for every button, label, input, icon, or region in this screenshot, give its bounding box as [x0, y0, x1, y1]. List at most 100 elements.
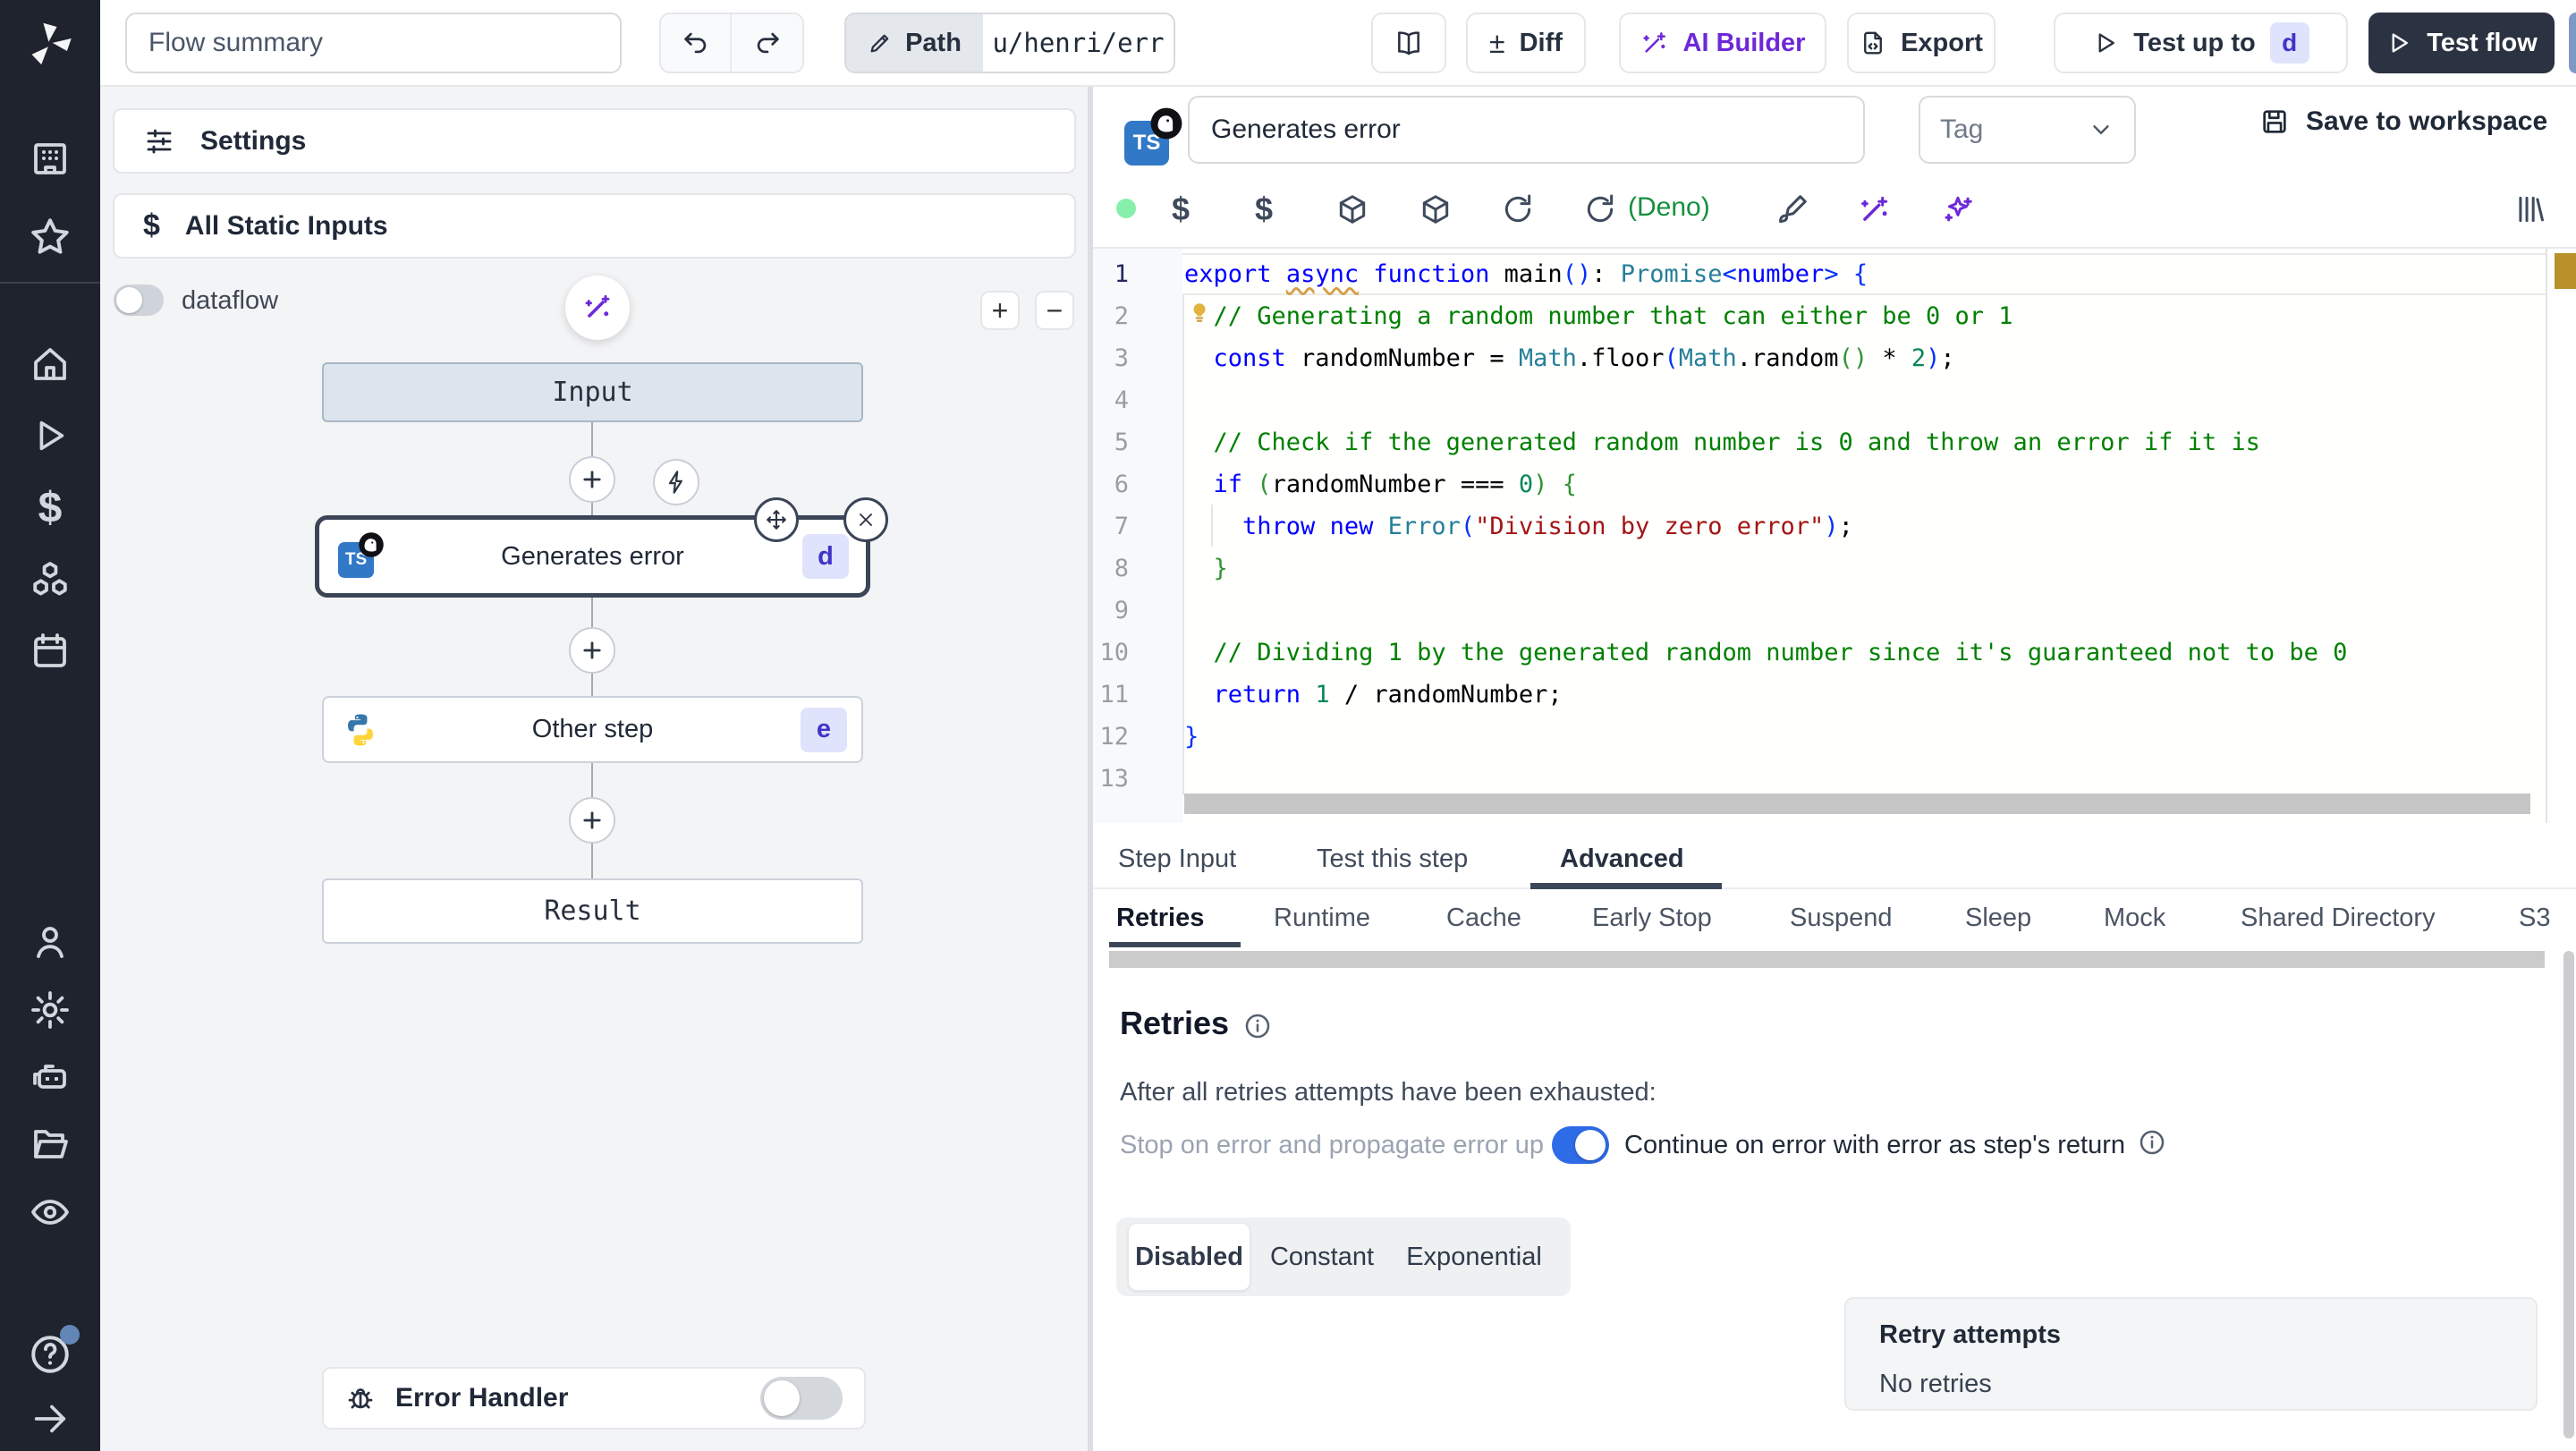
- error-handler-label: Error Handler: [395, 1383, 569, 1413]
- retry-mode-disabled[interactable]: Disabled: [1128, 1223, 1250, 1291]
- dollar-icon[interactable]: $: [1172, 191, 1190, 228]
- flow-node-step-e[interactable]: Other step e: [322, 696, 863, 763]
- editor-horizontal-scrollbar[interactable]: [1184, 793, 2530, 814]
- subtab-suspend[interactable]: Suspend: [1790, 904, 1893, 933]
- continue-on-error-option[interactable]: Continue on error with error as step's r…: [1624, 1131, 2125, 1160]
- reload-icon[interactable]: [1583, 192, 1617, 226]
- flow-node-input[interactable]: Input: [322, 362, 863, 422]
- error-handler-toggle[interactable]: [760, 1377, 843, 1420]
- retry-mode-segmented-control: Disabled Constant Exponential: [1116, 1218, 1571, 1296]
- variables-dollar-icon[interactable]: $: [38, 484, 63, 533]
- ai-wand-icon[interactable]: [1858, 192, 1892, 226]
- info-icon[interactable]: [1243, 1012, 1272, 1040]
- partial-button-edge[interactable]: [2569, 13, 2576, 73]
- audit-eye-icon[interactable]: [29, 1191, 72, 1234]
- tab-test-this-step[interactable]: Test this step: [1317, 844, 1468, 874]
- sidebar-divider: [0, 282, 100, 284]
- retry-mode-constant[interactable]: Constant: [1250, 1243, 1394, 1272]
- windmill-logo-icon[interactable]: [26, 21, 74, 73]
- deno-runtime-label[interactable]: (Deno): [1628, 192, 1710, 223]
- subtab-retries[interactable]: Retries: [1116, 904, 1204, 933]
- settings-gear-icon[interactable]: [29, 989, 72, 1031]
- flow-summary-input[interactable]: [125, 13, 622, 73]
- user-icon[interactable]: [29, 921, 72, 963]
- redo-button[interactable]: [732, 14, 802, 72]
- flow-node-result[interactable]: Result: [322, 878, 863, 944]
- subtab-mock[interactable]: Mock: [2104, 904, 2165, 933]
- collapse-arrow-icon[interactable]: [30, 1398, 71, 1439]
- continue-on-error-toggle[interactable]: [1552, 1126, 1609, 1164]
- move-node-button[interactable]: [754, 497, 799, 542]
- line-number: 9: [1114, 597, 1129, 624]
- subtabs-horizontal-scrollbar[interactable]: [1109, 951, 2545, 968]
- dollar-icon[interactable]: $: [1255, 191, 1273, 228]
- move-icon: [767, 510, 786, 530]
- undo-redo-group: [659, 13, 804, 73]
- zoom-out-button[interactable]: −: [1035, 291, 1074, 330]
- subtab-shared-directory[interactable]: Shared Directory: [2241, 904, 2436, 933]
- stop-on-error-option[interactable]: Stop on error and propagate error up: [1120, 1131, 1544, 1160]
- package-icon[interactable]: [1419, 192, 1453, 226]
- subtab-s3[interactable]: S3: [2519, 904, 2550, 933]
- workspace-building-icon[interactable]: [29, 137, 72, 180]
- home-icon[interactable]: [29, 343, 72, 386]
- code-line: // Check if the generated random number …: [1213, 429, 2260, 456]
- plus-minus-icon: ±: [1489, 26, 1505, 59]
- resources-cubes-icon[interactable]: [29, 558, 72, 601]
- zoom-in-button[interactable]: +: [980, 291, 1020, 330]
- panel-vertical-scrollbar[interactable]: [2563, 951, 2574, 1438]
- package-icon[interactable]: [1335, 192, 1369, 226]
- subtab-runtime[interactable]: Runtime: [1274, 904, 1370, 933]
- plus-icon: [583, 471, 601, 488]
- reload-icon[interactable]: [1501, 192, 1535, 226]
- workers-robot-icon[interactable]: [29, 1056, 72, 1099]
- path-label: Path: [905, 28, 962, 57]
- all-static-inputs-button[interactable]: $ All Static Inputs: [113, 193, 1076, 259]
- help-icon[interactable]: [28, 1325, 80, 1377]
- docs-button[interactable]: [1371, 13, 1446, 73]
- save-to-workspace-button[interactable]: Save to workspace: [2259, 106, 2547, 137]
- play-icon: [2392, 33, 2409, 53]
- export-button[interactable]: Export: [1847, 13, 1996, 73]
- runs-play-icon[interactable]: [30, 415, 71, 456]
- editor-gutter: 1 2 3 4 5 6 7 8 9 10 11 12 13: [1093, 249, 1182, 823]
- test-up-to-button[interactable]: Test up to d: [2054, 13, 2348, 73]
- error-handler-card[interactable]: Error Handler: [322, 1367, 866, 1430]
- ai-builder-button[interactable]: AI Builder: [1619, 13, 1826, 73]
- add-step-button[interactable]: [569, 456, 615, 503]
- retry-mode-exponential[interactable]: Exponential: [1394, 1243, 1555, 1272]
- diff-button[interactable]: ± Diff: [1466, 13, 1586, 73]
- ai-flow-wand-button[interactable]: [565, 276, 630, 340]
- panel-divider[interactable]: [1089, 87, 1093, 1451]
- info-icon[interactable]: [2138, 1128, 2166, 1157]
- delete-node-button[interactable]: [843, 497, 888, 542]
- tab-step-input[interactable]: Step Input: [1118, 844, 1236, 874]
- subtab-cache[interactable]: Cache: [1446, 904, 1521, 933]
- line-number: 1: [1114, 260, 1129, 288]
- undo-button[interactable]: [661, 14, 733, 72]
- path-group[interactable]: Path u/henri/err: [844, 13, 1175, 73]
- line-number: 4: [1114, 386, 1129, 414]
- tag-select[interactable]: Tag: [1919, 96, 2136, 164]
- subtab-sleep[interactable]: Sleep: [1965, 904, 2031, 933]
- line-number: 3: [1114, 344, 1129, 372]
- step-name-input[interactable]: [1188, 96, 1865, 164]
- favorites-star-icon[interactable]: [28, 215, 72, 259]
- line-number: 6: [1114, 471, 1129, 498]
- add-step-button[interactable]: [569, 797, 615, 844]
- library-icon[interactable]: [2513, 192, 2547, 226]
- test-flow-button[interactable]: Test flow: [2368, 13, 2555, 73]
- dataflow-toggle[interactable]: [114, 284, 164, 316]
- schedules-calendar-icon[interactable]: [29, 630, 72, 673]
- flow-settings-button[interactable]: Settings: [113, 108, 1076, 174]
- tag-placeholder: Tag: [1940, 115, 1984, 144]
- ai-sparkles-icon[interactable]: [1941, 192, 1975, 226]
- add-trigger-button[interactable]: [653, 459, 699, 505]
- folders-icon[interactable]: [29, 1123, 72, 1166]
- tab-advanced-active[interactable]: Advanced: [1560, 844, 1684, 874]
- add-step-button[interactable]: [569, 627, 615, 674]
- code-editor[interactable]: export async function main(): Promise<nu…: [1182, 249, 2546, 823]
- format-brush-icon[interactable]: [1775, 192, 1809, 226]
- subtab-early-stop[interactable]: Early Stop: [1592, 904, 1712, 933]
